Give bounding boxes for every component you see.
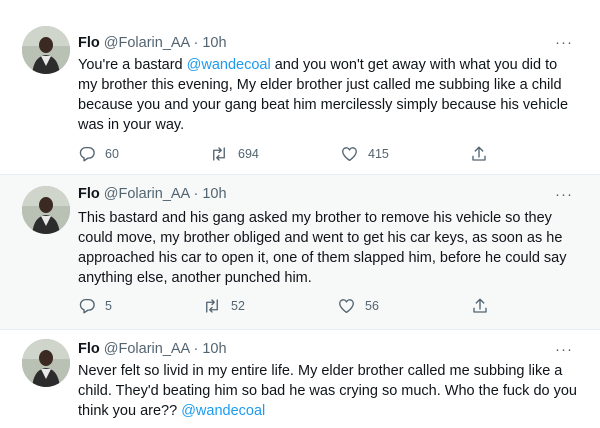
tweet-text-part: You're a bastard (78, 57, 187, 73)
like-count: 415 (368, 147, 389, 161)
user-handle[interactable]: @Folarin_AA (104, 186, 190, 202)
reply-count: 5 (105, 299, 112, 313)
share-upload-icon (473, 298, 487, 313)
timestamp[interactable]: 10h (202, 341, 226, 357)
tweet[interactable]: Flo @Folarin_AA · 10h ··· This bastard a… (0, 175, 600, 330)
retweet-button[interactable]: 52 (202, 296, 245, 316)
mention-link[interactable]: @wandecoal (187, 57, 271, 73)
tweet[interactable]: Flo @Folarin_AA · 10h ··· Never felt so … (0, 330, 600, 428)
like-count: 56 (365, 299, 379, 313)
tweet-actions: 5 52 56 (78, 296, 498, 316)
more-dots-icon[interactable]: ··· (554, 187, 574, 208)
display-name[interactable]: Flo (78, 35, 100, 51)
tweet-text-part: Never felt so livid in my entire life. M… (78, 363, 577, 419)
tweet-header: Flo @Folarin_AA · 10h (78, 34, 227, 52)
tweet-text: Never felt so livid in my entire life. M… (78, 361, 578, 421)
user-handle[interactable]: @Folarin_AA (104, 35, 190, 51)
tweet-header: Flo @Folarin_AA · 10h (78, 185, 227, 203)
retweet-icon (213, 147, 225, 161)
tweet-header: Flo @Folarin_AA · 10h (78, 340, 227, 358)
like-button[interactable]: 56 (337, 296, 379, 316)
separator-dot: · (193, 186, 199, 202)
avatar-image (22, 26, 70, 74)
share-button[interactable] (471, 296, 489, 316)
reply-button[interactable]: 60 (78, 144, 119, 164)
timestamp[interactable]: 10h (202, 186, 226, 202)
heart-icon (339, 299, 354, 314)
retweet-count: 52 (231, 299, 245, 313)
avatar-image (22, 339, 70, 387)
retweet-count: 694 (238, 147, 259, 161)
reply-bubble-icon (79, 146, 95, 162)
tweet-thread: Flo @Folarin_AA · 10h ··· You're a basta… (0, 0, 600, 428)
tweet[interactable]: Flo @Folarin_AA · 10h ··· You're a basta… (0, 0, 600, 175)
retweet-icon (206, 299, 218, 313)
like-button[interactable]: 415 (340, 144, 389, 164)
retweet-button[interactable]: 694 (209, 144, 259, 164)
timestamp[interactable]: 10h (202, 35, 226, 51)
display-name[interactable]: Flo (78, 341, 100, 357)
reply-count: 60 (105, 147, 119, 161)
separator-dot: · (193, 35, 199, 51)
reply-button[interactable]: 5 (78, 296, 112, 316)
user-handle[interactable]: @Folarin_AA (104, 341, 190, 357)
display-name[interactable]: Flo (78, 186, 100, 202)
avatar[interactable] (22, 339, 70, 387)
separator-dot: · (193, 341, 199, 357)
more-dots-icon[interactable]: ··· (554, 35, 574, 56)
share-button[interactable] (470, 144, 488, 164)
heart-icon (342, 147, 357, 162)
share-upload-icon (472, 146, 486, 161)
avatar[interactable] (22, 26, 70, 74)
tweet-text: You're a bastard @wandecoal and you won'… (78, 55, 578, 135)
reply-bubble-icon (79, 298, 95, 314)
avatar-image (22, 186, 70, 234)
tweet-actions: 60 694 415 (78, 144, 498, 164)
tweet-text: This bastard and his gang asked my broth… (78, 210, 567, 286)
avatar[interactable] (22, 186, 70, 234)
mention-link[interactable]: @wandecoal (181, 403, 265, 419)
